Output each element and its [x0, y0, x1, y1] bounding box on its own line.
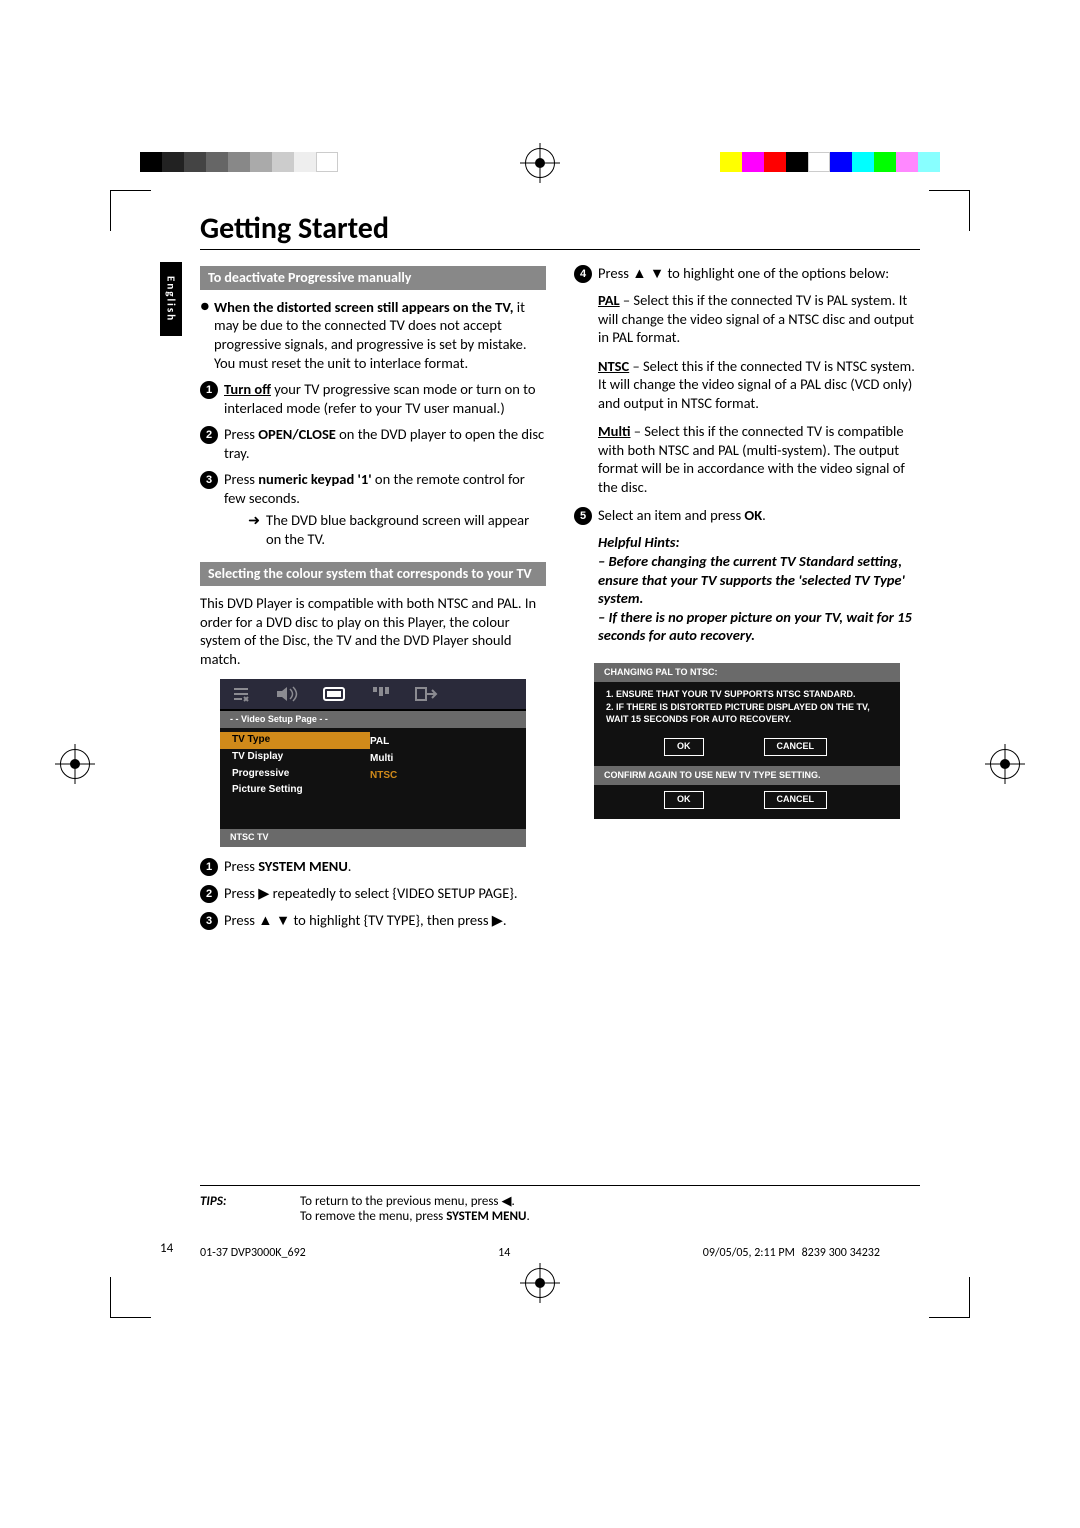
- dialog-ok-2[interactable]: OK: [664, 791, 704, 809]
- deactivate-intro: When the distorted screen still appears …: [214, 298, 546, 372]
- s2-step-3-text: Press ▲ ▼ to highlight {TV TYPE}, then p…: [224, 911, 546, 930]
- ntsc-desc: NTSC – Select this if the connected TV i…: [598, 357, 920, 413]
- step-2-text: Press OPEN/CLOSE on the DVD player to op…: [224, 425, 546, 462]
- step1-rest: your TV progressive scan mode or turn on…: [224, 380, 536, 417]
- step-3-text: Press numeric keypad '1' on the remote c…: [224, 470, 546, 548]
- language-tab: English: [160, 262, 182, 336]
- hints-1: – Before changing the current TV Standar…: [598, 552, 920, 608]
- osd-opt-ntsc: NTSC: [370, 768, 397, 785]
- multi-desc: Multi – Select this if the connected TV …: [598, 422, 920, 496]
- imprint-left: 01-37 DVP3000K_692: [200, 1246, 306, 1260]
- crop-mark-br: [929, 1277, 970, 1318]
- s2-step-1-text: Press SYSTEM MENU.: [224, 857, 546, 876]
- tips-body: To return to the previous menu, press ◀.…: [300, 1194, 530, 1224]
- osd-tab-exit-icon: [414, 685, 438, 703]
- step-5-text: Select an item and press OK.: [598, 506, 920, 525]
- osd-footer: NTSC TV: [220, 829, 526, 847]
- osd-menu: - - Video Setup Page - - TV Type TV Disp…: [220, 679, 526, 847]
- section-deactivate-title: To deactivate Progressive manually: [200, 266, 546, 290]
- crop-mark-bl: [110, 1277, 151, 1318]
- s2-step-2-icon: 2: [200, 885, 218, 903]
- step1-lead: Turn off: [224, 380, 271, 398]
- left-column: To deactivate Progressive manually ● Whe…: [200, 260, 546, 938]
- bullet-dot-icon: ●: [200, 298, 214, 372]
- arrow-right-icon: ➜: [248, 511, 266, 548]
- step-1-icon: 1: [200, 381, 218, 399]
- s2-step-1-icon: 1: [200, 858, 218, 876]
- osd-opt-multi: Multi: [370, 751, 397, 768]
- registration-mark-right: [990, 749, 1020, 779]
- osd-row-progressive: Progressive: [220, 766, 370, 783]
- step-4-text: Press ▲ ▼ to highlight one of the option…: [598, 264, 920, 283]
- osd-menu-body: TV Type TV Display Progressive Picture S…: [220, 728, 526, 803]
- osd-row-picture: Picture Setting: [220, 782, 370, 799]
- osd-row-tvtype: TV Type: [220, 732, 370, 749]
- part-number: 8239 300 34232: [802, 1246, 880, 1260]
- registration-mark-bottom: [525, 1268, 555, 1298]
- hints-label: Helpful Hints:: [598, 533, 920, 552]
- imprint-mid: 14: [498, 1246, 510, 1260]
- registration-mark-top: [525, 148, 555, 178]
- step-4-icon: 4: [574, 265, 592, 283]
- dialog-hdr-1: CHANGING PAL TO NTSC:: [594, 663, 900, 683]
- dialog-hdr-2: CONFIRM AGAIN TO USE NEW TV TYPE SETTING…: [594, 766, 900, 786]
- right-column: 4 Press ▲ ▼ to highlight one of the opti…: [574, 260, 920, 938]
- osd-pagebar: - - Video Setup Page - -: [220, 711, 526, 729]
- s2-step-2-text: Press ▶ repeatedly to select {VIDEO SETU…: [224, 884, 546, 903]
- osd-opt-pal: PAL: [370, 734, 397, 751]
- osd-tab-audio-icon: [274, 685, 300, 703]
- page-title: Getting Started: [200, 210, 920, 250]
- registration-mark-left: [60, 749, 90, 779]
- tips-row: TIPS: To return to the previous menu, pr…: [200, 1185, 920, 1224]
- colour-intro: This DVD Player is compatible with both …: [200, 594, 546, 668]
- intro-bold: When the distorted screen still appears …: [214, 298, 514, 316]
- osd-row-tvdisplay: TV Display: [220, 749, 370, 766]
- step-3-icon: 3: [200, 471, 218, 489]
- crop-mark-tl: [110, 190, 151, 231]
- tips-label: TIPS:: [200, 1194, 260, 1224]
- step-5-icon: 5: [574, 507, 592, 525]
- section-colour-title: Selecting the colour system that corresp…: [200, 562, 546, 586]
- imprint-right: 09/05/05, 2:11 PM 8239 300 34232: [703, 1246, 880, 1260]
- dialog-cancel-1[interactable]: CANCEL: [764, 738, 828, 756]
- imprint-line: 01-37 DVP3000K_692 14 09/05/05, 2:11 PM …: [200, 1246, 880, 1260]
- step3-sub: The DVD blue background screen will appe…: [266, 511, 546, 548]
- dialog-body-1: 1. ENSURE THAT YOUR TV SUPPORTS NTSC STA…: [594, 682, 900, 732]
- crop-mark-tr: [929, 190, 970, 231]
- dialog-ok-1[interactable]: OK: [664, 738, 704, 756]
- page-number: 14: [160, 1241, 173, 1256]
- colorbar-left-top: [140, 152, 338, 172]
- osd-tab-video-icon: [322, 685, 348, 703]
- colorbar-right-top: [720, 152, 940, 172]
- step-1-text: Turn off your TV progressive scan mode o…: [224, 380, 546, 417]
- osd-tabs: [220, 679, 526, 711]
- s2-step-3-icon: 3: [200, 912, 218, 930]
- pal-desc: PAL – Select this if the connected TV is…: [598, 291, 920, 347]
- hints-2: – If there is no proper picture on your …: [598, 608, 920, 645]
- osd-tab-general-icon: [230, 685, 252, 703]
- step-2-icon: 2: [200, 426, 218, 444]
- osd-tab-pref-icon: [370, 685, 392, 703]
- dialog-change-ntsc: CHANGING PAL TO NTSC: 1. ENSURE THAT YOU…: [594, 663, 900, 819]
- dialog-cancel-2[interactable]: CANCEL: [764, 791, 828, 809]
